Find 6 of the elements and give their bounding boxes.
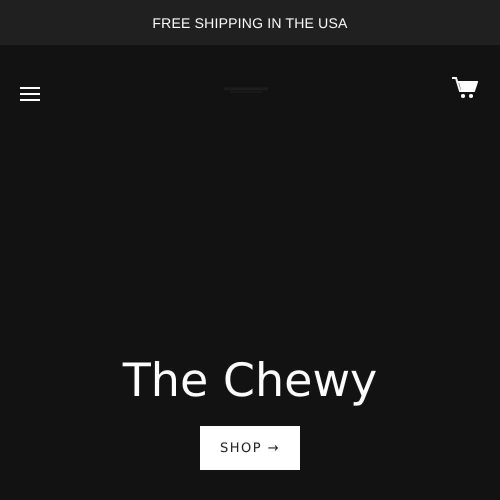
menu-icon — [20, 86, 40, 102]
menu-button[interactable] — [20, 86, 40, 102]
cart-icon[interactable] — [452, 76, 478, 98]
announcement-text: FREE SHIPPING IN THE USA — [152, 14, 348, 30]
shop-button[interactable]: SHOP → — [200, 426, 300, 470]
hero-title: The Chewy — [122, 355, 378, 406]
